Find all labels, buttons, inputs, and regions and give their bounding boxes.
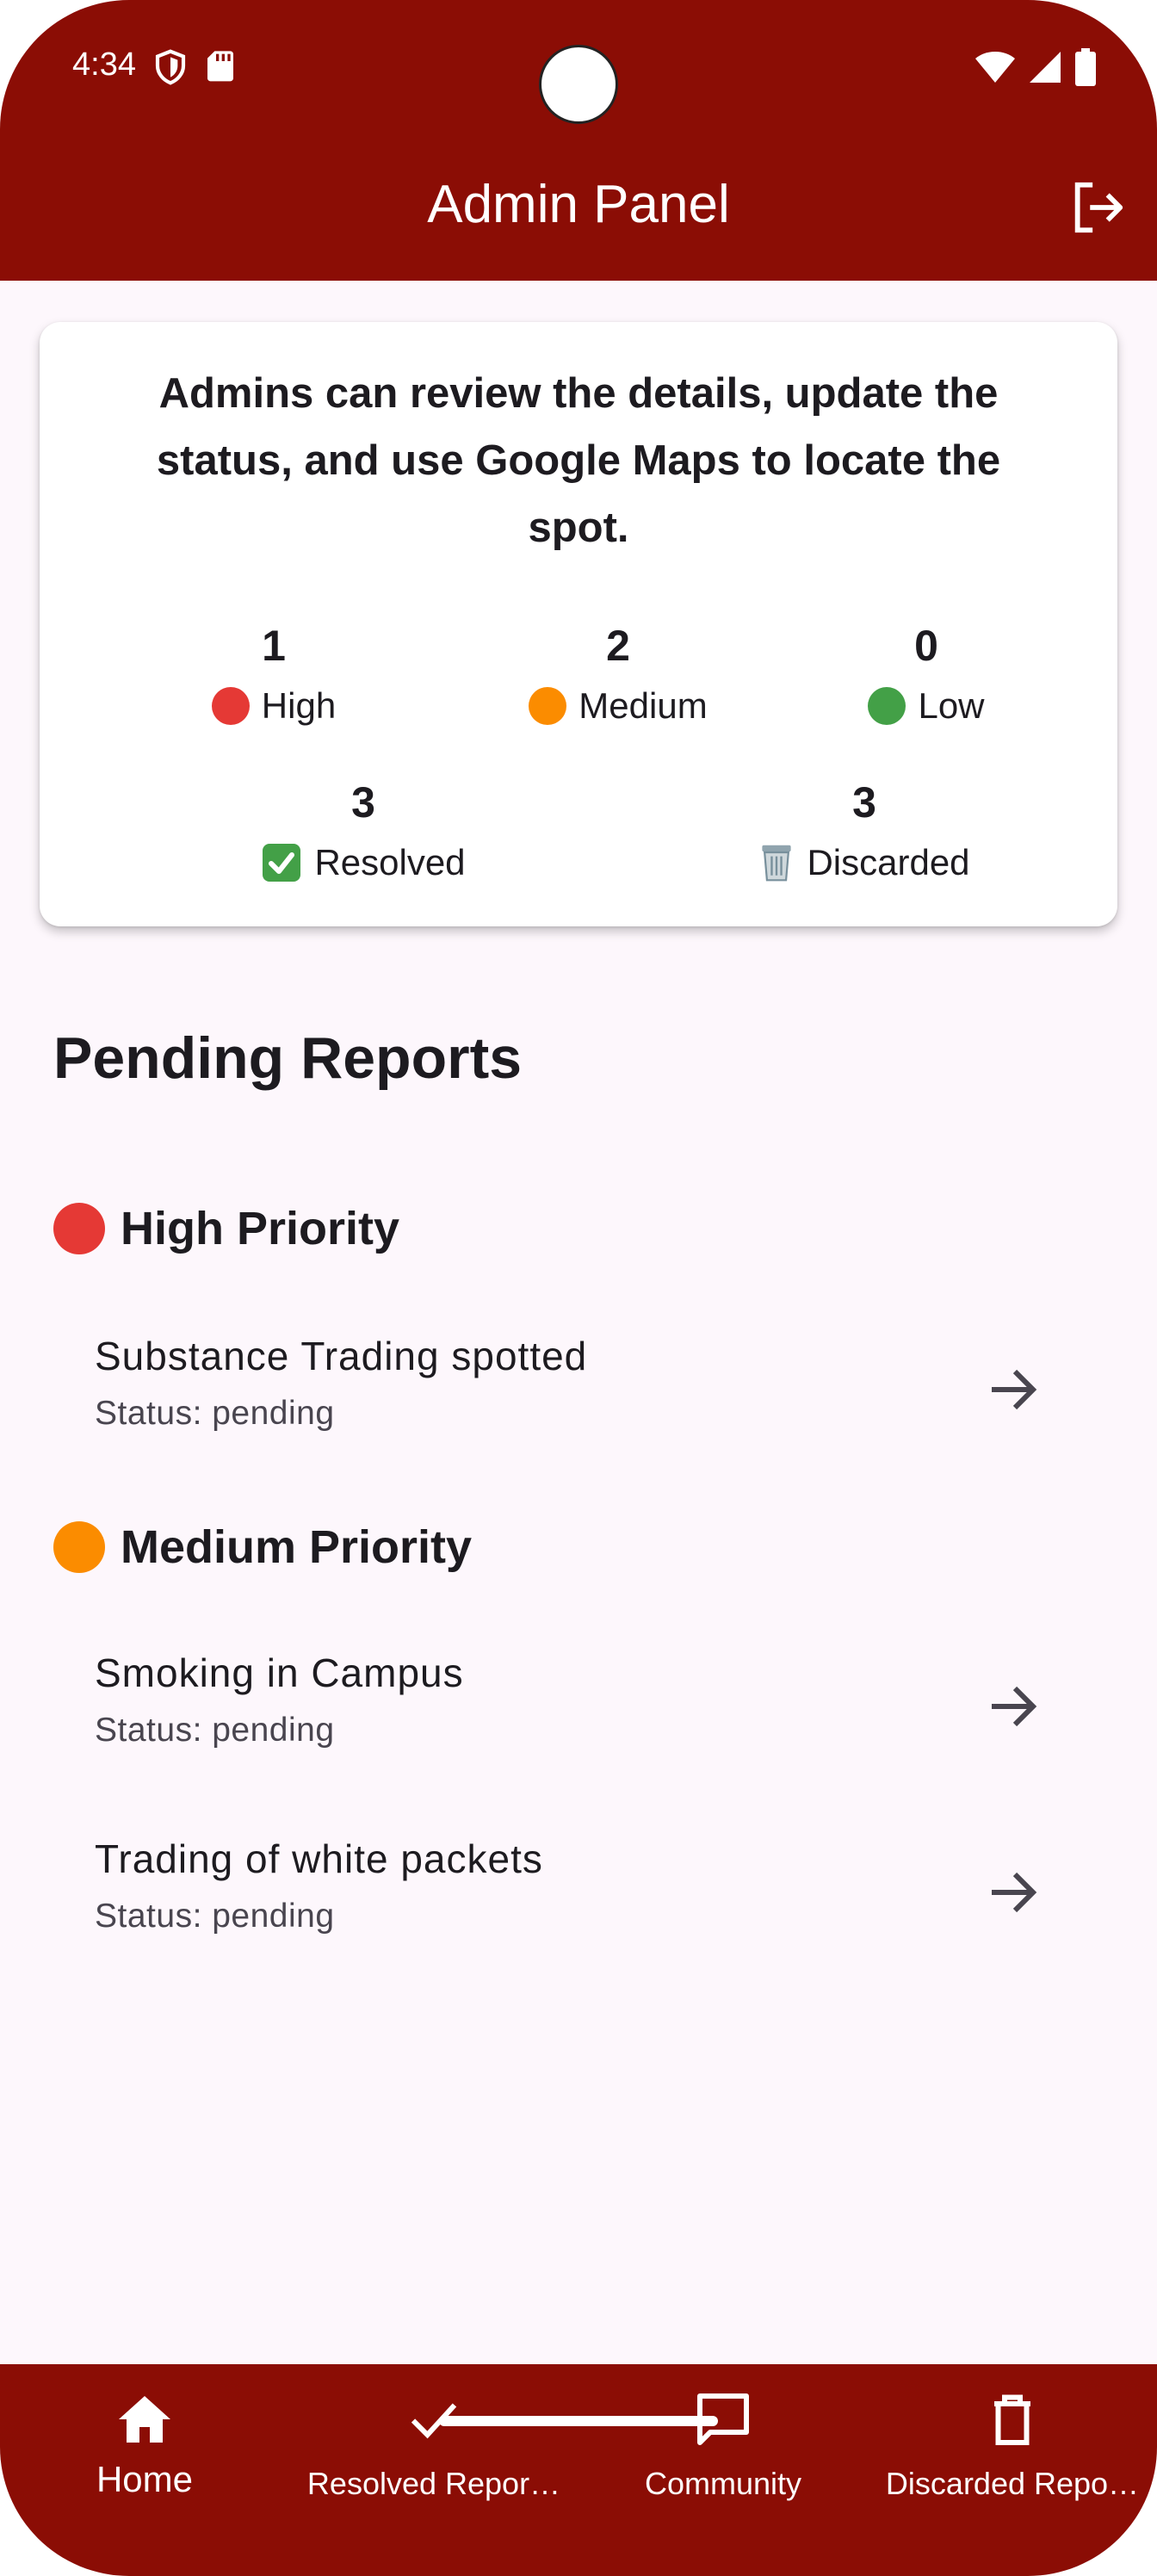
status-time: 4:34 xyxy=(72,46,136,83)
logout-icon xyxy=(1074,182,1123,233)
logout-button[interactable] xyxy=(1067,177,1128,238)
wastebasket-icon xyxy=(762,845,792,882)
report-title: Smoking in Campus xyxy=(95,1650,464,1695)
stat-low-label: Low xyxy=(918,685,985,726)
stat-resolved: 3 Resolved xyxy=(208,777,518,889)
group-title: Medium Priority xyxy=(121,1521,473,1573)
trash-icon xyxy=(994,2394,1030,2445)
red-circle-icon xyxy=(53,1203,105,1254)
stat-resolved-count: 3 xyxy=(351,778,375,827)
sd-card-icon xyxy=(207,51,233,82)
home-icon xyxy=(119,2396,170,2443)
page-title: Admin Panel xyxy=(427,175,730,234)
report-title: Substance Trading spotted xyxy=(95,1334,588,1378)
stat-high: 1 High xyxy=(119,620,429,732)
stat-high-count: 1 xyxy=(262,622,286,670)
medium-priority-heading: Medium Priority xyxy=(53,1520,472,1574)
nav-community-label: Community xyxy=(644,2466,802,2501)
camera-cutout xyxy=(539,45,618,124)
wifi-icon xyxy=(975,52,1015,83)
nav-discarded-reports[interactable]: Discarded Repo… xyxy=(868,2364,1157,2536)
battery-icon xyxy=(1075,48,1096,86)
report-title: Trading of white packets xyxy=(95,1836,543,1881)
red-circle-icon xyxy=(211,687,250,725)
green-circle-icon xyxy=(868,687,906,725)
nav-discarded-label: Discarded Repo… xyxy=(885,2466,1140,2501)
bottom-navigation: Home Resolved Repor… Community Discarded… xyxy=(0,2364,1157,2576)
arrow-right-icon[interactable] xyxy=(981,1861,1043,1923)
orange-circle-icon xyxy=(529,687,567,725)
report-status: Status: pending xyxy=(95,1395,335,1432)
nav-home-label: Home xyxy=(96,2459,194,2499)
signal-icon xyxy=(1030,52,1061,83)
report-status: Status: pending xyxy=(95,1898,335,1935)
nav-community[interactable]: Community xyxy=(578,2364,868,2536)
report-item[interactable]: Trading of white packets Status: pending xyxy=(0,1836,1157,1982)
app-bar: 4:34 Admin Panel xyxy=(0,0,1157,281)
orange-circle-icon xyxy=(53,1521,105,1573)
high-priority-heading: High Priority xyxy=(53,1202,399,1255)
summary-card: Admins can review the details, update th… xyxy=(40,322,1117,926)
pending-reports-heading: Pending Reports xyxy=(53,1025,523,1091)
stat-resolved-label: Resolved xyxy=(314,842,466,882)
app-screen: 4:34 Admin Panel Admins can review the d… xyxy=(0,0,1157,2576)
arrow-right-icon[interactable] xyxy=(981,1675,1043,1737)
stat-discarded-label: Discarded xyxy=(807,842,970,882)
check-mark-icon xyxy=(263,844,301,882)
stat-low-count: 0 xyxy=(914,622,938,670)
shield-icon xyxy=(155,49,186,85)
stat-medium: 2 Medium xyxy=(463,620,773,732)
stat-discarded: 3 Discarded xyxy=(709,777,1019,889)
gesture-home-bar[interactable] xyxy=(439,2416,718,2426)
summary-description: Admins can review the details, update th… xyxy=(156,370,1001,551)
nav-resolved-label: Resolved Repor… xyxy=(306,2466,561,2501)
stat-discarded-count: 3 xyxy=(852,778,876,827)
nav-resolved-reports[interactable]: Resolved Repor… xyxy=(289,2364,578,2536)
report-item[interactable]: Smoking in Campus Status: pending xyxy=(0,1650,1157,1796)
stat-high-label: High xyxy=(261,685,337,726)
group-title: High Priority xyxy=(121,1203,400,1254)
report-item[interactable]: Substance Trading spotted Status: pendin… xyxy=(0,1333,1157,1479)
stat-medium-count: 2 xyxy=(606,622,630,670)
nav-home[interactable]: Home xyxy=(0,2364,289,2536)
report-status: Status: pending xyxy=(95,1712,335,1749)
arrow-right-icon[interactable] xyxy=(981,1359,1043,1421)
stat-medium-label: Medium xyxy=(578,685,708,726)
stat-low: 0 Low xyxy=(771,620,1081,732)
